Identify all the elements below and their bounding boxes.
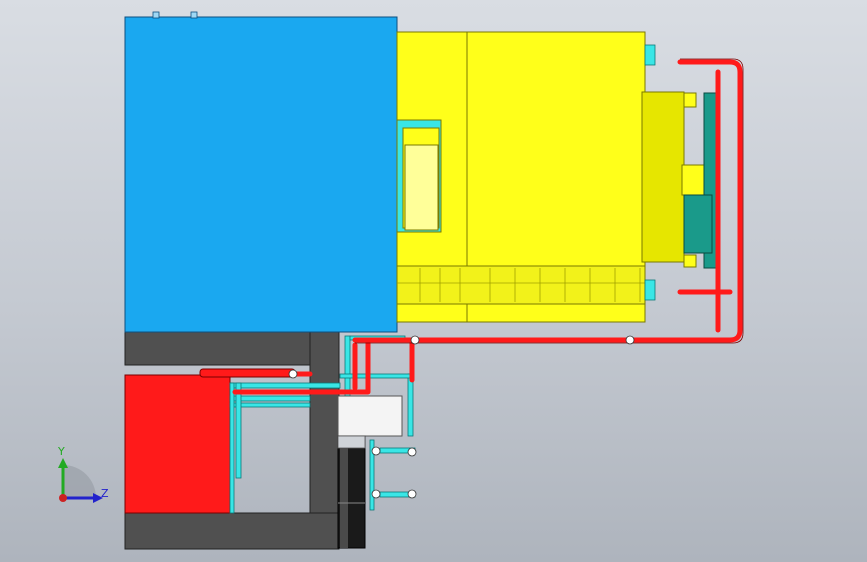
white-valve-box [337,395,403,437]
dark-bottom-frame [124,512,340,550]
y-axis-label: Y [57,445,65,458]
yellow-machine-body [396,31,705,323]
assembly-drawing: Y Z [57,11,744,550]
axis-triad: Y Z [57,445,109,503]
y-axis-arrow [58,458,68,468]
blue-main-body [124,16,398,333]
red-tank [124,374,231,514]
x-axis-dot [59,494,67,502]
dark-base-frame [124,331,340,366]
z-axis-label: Z [101,487,109,500]
triad-quadrant [63,465,96,498]
cad-viewport[interactable]: Y Z [0,0,867,562]
